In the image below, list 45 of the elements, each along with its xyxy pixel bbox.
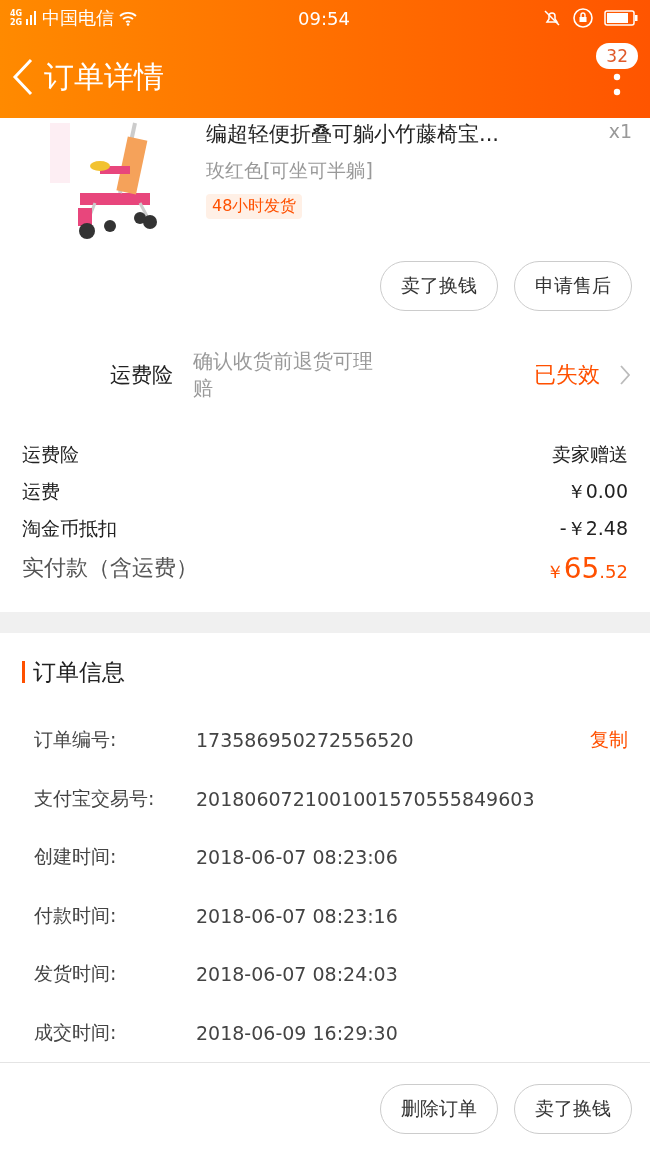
fee-value: -￥2.48 [559, 515, 628, 541]
insurance-status: 已失效 [534, 361, 600, 390]
fee-label: 运费 [22, 478, 60, 504]
fee-value: ￥0.00 [566, 478, 628, 504]
info-value: 2018-06-07 08:23:06 [196, 846, 398, 869]
section-title: 订单信息 [33, 657, 125, 687]
action-button[interactable]: 卖了换钱 [514, 1084, 632, 1134]
info-label: 付款时间: [34, 902, 118, 928]
message-count-badge: 32 [596, 43, 638, 69]
action-button[interactable]: 删除订单 [380, 1084, 498, 1134]
info-label: 成交时间: [34, 1019, 118, 1045]
info-label: 发货时间: [34, 961, 118, 987]
fee-label: 淘金币抵扣 [22, 515, 117, 541]
fee-value: 卖家赠送 [552, 441, 628, 467]
fee-label: 运费险 [22, 441, 79, 467]
insurance-description: 确认收货前退货可理赔 [193, 348, 374, 403]
action-button[interactable]: 卖了换钱 [380, 260, 498, 311]
battery-icon [604, 10, 638, 26]
signal-icon [26, 9, 39, 27]
wifi-icon [118, 10, 139, 26]
info-label: 支付宝交易号: [34, 785, 156, 811]
product-title[interactable]: 编超轻便折叠可躺小竹藤椅宝... [206, 120, 500, 148]
total-label: 实付款（含运费） [22, 554, 198, 583]
info-label: 创建时间: [34, 844, 118, 870]
info-value: 2018060721001001570555849603 [196, 787, 535, 810]
carrier-name: 中国电信 [42, 6, 115, 30]
total-amount: ￥65.52 [545, 551, 628, 585]
info-value: 2018-06-07 08:24:03 [196, 963, 398, 986]
product-variant: 玫红色[可坐可半躺] [206, 158, 373, 183]
quantity: x1 [608, 120, 632, 144]
shipping-tag: 48小时发货 [206, 194, 303, 219]
insurance-label: 运费险 [110, 362, 173, 390]
network-label: 4G 2G [10, 9, 23, 27]
action-button[interactable]: 申请售后 [514, 260, 632, 311]
clock: 09:54 [298, 7, 350, 29]
more-icon[interactable] [613, 73, 622, 97]
chevron-right-icon [620, 365, 630, 386]
info-value: 2018-06-09 16:29:30 [196, 1021, 398, 1044]
info-label: 订单编号: [34, 727, 118, 753]
back-icon[interactable] [12, 58, 34, 96]
mute-icon [542, 8, 562, 28]
info-value: 2018-06-07 08:23:16 [196, 904, 398, 927]
info-value: 173586950272556520 [196, 729, 414, 752]
rotation-lock-icon [572, 7, 594, 29]
page-title: 订单详情 [44, 57, 164, 96]
